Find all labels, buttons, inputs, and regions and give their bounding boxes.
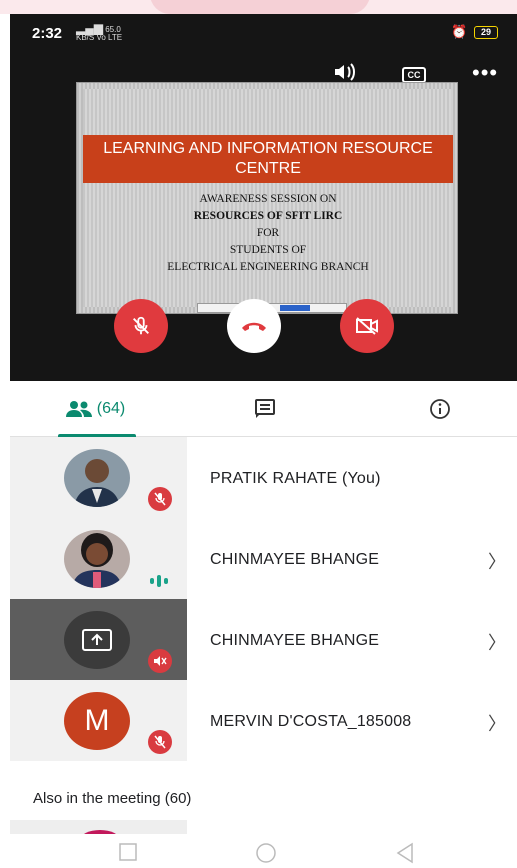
- system-nav-bar: [0, 834, 517, 868]
- meeting-tabs: (64): [10, 381, 517, 437]
- video-area: 2:32 ▂▄▆ 65.0 KB/S Vo LTE ⏰ 29 CC ••• LE…: [10, 14, 517, 381]
- slide-line: ELECTRICAL ENGINEERING BRANCH: [167, 261, 369, 273]
- camera-off-icon: [356, 317, 378, 335]
- participant-tile: [10, 437, 187, 518]
- end-call-button[interactable]: [227, 299, 281, 353]
- speaking-indicator: [150, 575, 168, 587]
- avatar: [64, 449, 130, 507]
- phone-hangup-icon: [242, 322, 266, 331]
- mic-off-icon: [154, 492, 166, 506]
- presentation-slide: LEARNING AND INFORMATION RESOURCE CENTRE…: [76, 82, 458, 314]
- mute-mic-button[interactable]: [114, 299, 168, 353]
- mic-off-icon: [154, 735, 166, 749]
- network-indicator: ▂▄▆ 65.0 KB/S Vo LTE: [76, 22, 123, 42]
- recents-nav-icon[interactable]: [118, 842, 138, 862]
- lte-label: Vo LTE: [96, 33, 123, 42]
- info-icon: [430, 399, 450, 419]
- tab-people[interactable]: (64): [55, 381, 136, 437]
- back-nav-icon[interactable]: [394, 842, 416, 864]
- chevron-right-icon[interactable]: 〉: [488, 710, 506, 736]
- also-in-meeting-heading: Also in the meeting (60): [33, 790, 192, 807]
- alarm-icon: ⏰: [451, 24, 468, 39]
- status-time: 2:32: [32, 25, 63, 42]
- people-icon: [65, 401, 92, 417]
- more-icon[interactable]: •••: [472, 60, 498, 86]
- people-count: (64): [96, 400, 126, 417]
- muted-badge: [148, 730, 172, 754]
- participant-row[interactable]: CHINMAYEE BHANGE 〉: [10, 599, 517, 680]
- volume-off-badge: [148, 649, 172, 673]
- avatar: [64, 530, 130, 588]
- participant-tile: [10, 599, 187, 680]
- participant-name: MERVIN D'COSTA_185008: [210, 713, 412, 730]
- slide-banner: LEARNING AND INFORMATION RESOURCE CENTRE: [83, 135, 453, 183]
- participant-list: PRATIK RAHATE (You) CHINMAYEE BHANGE 〉 C…: [10, 437, 517, 761]
- tab-chat[interactable]: [245, 381, 285, 437]
- status-bar: 2:32 ▂▄▆ 65.0 KB/S Vo LTE ⏰ 29: [10, 14, 517, 52]
- tab-info[interactable]: [420, 381, 460, 437]
- avatar: [64, 611, 130, 669]
- participant-name: CHINMAYEE BHANGE: [210, 551, 380, 568]
- participant-row[interactable]: PRATIK RAHATE (You): [10, 437, 517, 518]
- muted-badge: [148, 487, 172, 511]
- participant-tile: [10, 518, 187, 599]
- avatar: M: [64, 692, 130, 750]
- volume-off-icon: [154, 656, 167, 666]
- slide-line: FOR: [256, 227, 280, 239]
- captions-icon[interactable]: CC: [402, 67, 426, 83]
- battery-indicator: 29: [474, 26, 498, 39]
- home-nav-icon[interactable]: [254, 842, 278, 864]
- chevron-right-icon[interactable]: 〉: [488, 629, 506, 655]
- participant-name: PRATIK RAHATE (You): [210, 470, 381, 487]
- participant-tile-partial: [10, 820, 187, 850]
- slide-line: RESOURCES OF SFIT LIRC: [193, 210, 343, 222]
- participant-tile: M: [10, 680, 187, 761]
- chat-icon: [255, 399, 275, 418]
- network-speed-unit: KB/S: [76, 33, 95, 42]
- mic-off-icon: [133, 316, 149, 335]
- slide-line: STUDENTS OF: [229, 244, 307, 256]
- camera-off-button[interactable]: [340, 299, 394, 353]
- participant-row[interactable]: CHINMAYEE BHANGE 〉: [10, 518, 517, 599]
- slide-line: AWARENESS SESSION ON: [199, 193, 337, 205]
- screen-share-icon: [82, 629, 112, 651]
- participant-row[interactable]: M MERVIN D'COSTA_185008 〉: [10, 680, 517, 761]
- chevron-right-icon[interactable]: 〉: [488, 548, 506, 574]
- background-strip: [0, 0, 517, 14]
- participant-name: CHINMAYEE BHANGE: [210, 632, 380, 649]
- slide-body: AWARENESS SESSION ON RESOURCES OF SFIT L…: [77, 191, 459, 276]
